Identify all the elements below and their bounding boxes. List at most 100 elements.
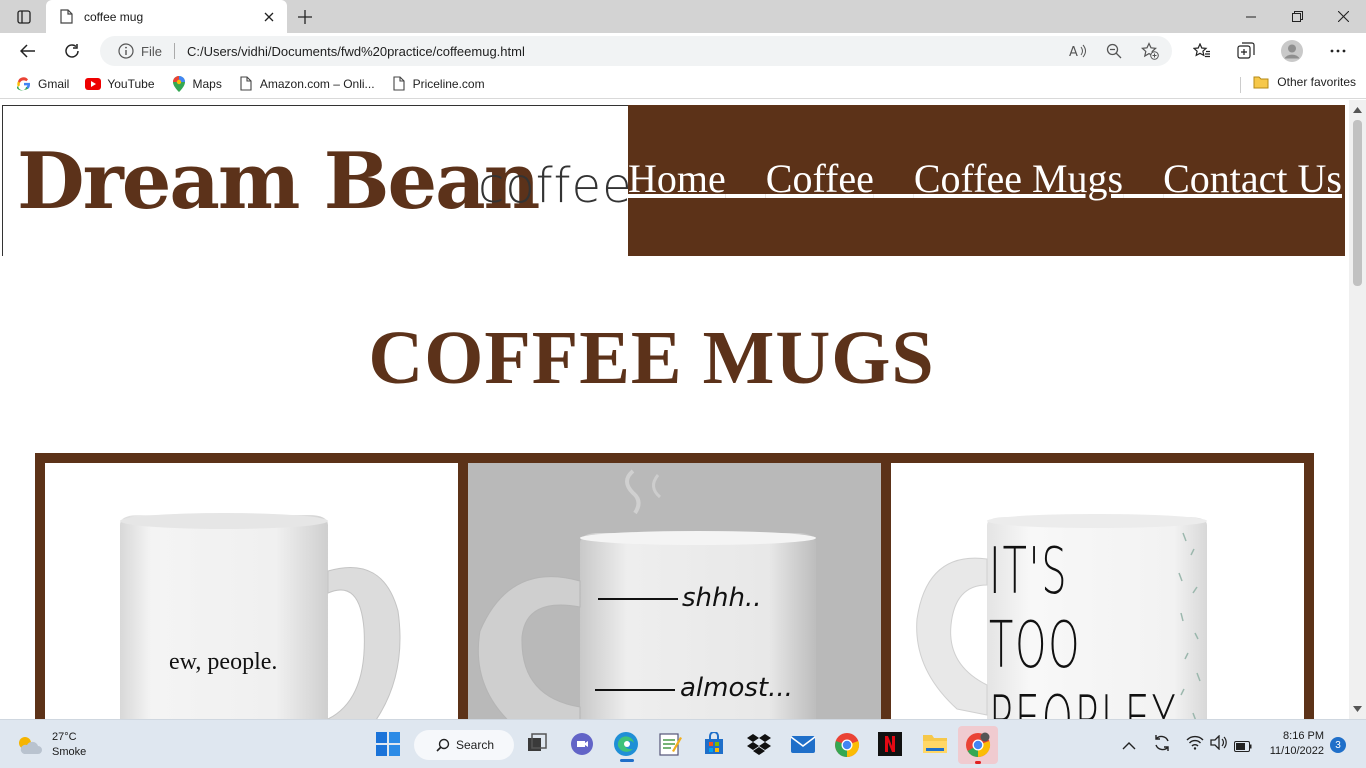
weather-desc: Smoke (52, 746, 87, 758)
logo-sub-text: coffee (478, 158, 628, 214)
scrollbar-thumb[interactable] (1353, 120, 1362, 286)
file-explorer-icon[interactable] (922, 733, 948, 759)
mug-caption: IT'S TOO PEOPLEY (989, 535, 1176, 719)
mug-card[interactable]: ew, people. (45, 463, 458, 719)
favorite-label: Amazon.com – Onli... (259, 76, 375, 91)
clock[interactable]: 8:16 PM 11/10/2022 (1262, 729, 1324, 759)
favorite-gmail[interactable]: Gmail (16, 76, 69, 92)
favorites-bar: Gmail YouTube Maps Amazon.com – Onli... … (0, 69, 1366, 99)
start-icon[interactable] (376, 732, 400, 760)
zoom-out-icon[interactable] (1104, 41, 1124, 61)
scroll-up-icon[interactable] (1353, 106, 1362, 114)
logo-main-text: Dream Bean (17, 136, 540, 227)
weather-widget[interactable]: 27°C Smoke (16, 730, 86, 760)
clock-date: 11/10/2022 (1269, 745, 1324, 757)
other-favorites[interactable]: Other favorites (1253, 75, 1356, 89)
address-bar[interactable]: File C:/Users/vidhi/Documents/fwd%20prac… (100, 36, 1172, 66)
tab-title: coffee mug (84, 9, 144, 24)
site-logo[interactable]: Dream Bean coffee (2, 105, 628, 256)
mug-gallery: ew, people. shhh.. almost... IT'S TOO (35, 453, 1314, 719)
favorite-label: Priceline.com (412, 76, 485, 91)
favorites-divider (1240, 77, 1241, 93)
store-icon[interactable] (702, 731, 726, 760)
volume-icon[interactable] (1210, 734, 1228, 754)
address-divider (173, 43, 175, 59)
favorite-label: YouTube (107, 76, 155, 91)
mug-image (477, 469, 816, 719)
mug-caption-bottom: almost... (680, 673, 793, 703)
collections-icon[interactable] (1232, 37, 1260, 65)
google-icon (16, 76, 32, 92)
nav-gap (1123, 153, 1163, 205)
notification-badge[interactable]: 3 (1330, 737, 1346, 753)
mail-icon[interactable] (790, 733, 816, 759)
url-text[interactable]: C:/Users/vidhi/Documents/fwd%20practice/… (187, 44, 1068, 59)
minimize-icon[interactable] (1228, 0, 1274, 33)
favorite-youtube[interactable]: YouTube (85, 76, 155, 92)
favorite-label: Maps (192, 76, 222, 91)
youtube-icon (85, 76, 102, 92)
favorite-priceline[interactable]: Priceline.com (391, 76, 485, 92)
nav-gap (874, 153, 914, 205)
page-icon (238, 76, 254, 92)
add-favorite-icon[interactable] (1140, 41, 1160, 61)
taskbar-search[interactable]: Search (414, 730, 514, 760)
teams-chat-icon[interactable] (570, 732, 594, 760)
mug-caption-top: shhh.. (682, 583, 762, 613)
battery-icon[interactable] (1234, 737, 1252, 756)
notepad-icon[interactable] (658, 731, 682, 761)
wifi-icon[interactable] (1186, 735, 1204, 754)
folder-icon (1253, 75, 1269, 89)
favorites-icon[interactable] (1188, 37, 1216, 65)
page-icon (60, 8, 74, 25)
new-tab-icon[interactable] (293, 5, 317, 29)
restore-icon[interactable] (1274, 0, 1320, 33)
site-header: Dream Bean coffee Home Coffee Coffee Mug… (2, 105, 1345, 256)
nav-contact-us[interactable]: Contact Us (1163, 153, 1342, 205)
search-icon (436, 738, 450, 752)
nav-gap (726, 153, 766, 205)
edge-icon[interactable] (612, 730, 640, 762)
page-icon (391, 76, 407, 92)
tab-actions-icon[interactable] (8, 5, 40, 29)
tab-active[interactable]: coffee mug (46, 0, 287, 33)
chrome-icon[interactable] (834, 732, 860, 762)
mug-card[interactable]: IT'S TOO PEOPLEY (891, 463, 1304, 719)
nav-home[interactable]: Home (628, 153, 726, 205)
site-nav: Home Coffee Coffee Mugs Contact Us (628, 105, 1345, 256)
mug-card[interactable]: shhh.. almost... (468, 463, 881, 719)
mug-caption: ew, people. (169, 649, 278, 675)
mug-image (120, 513, 401, 719)
refresh-icon[interactable] (58, 38, 86, 64)
maps-icon (171, 75, 187, 92)
favorite-maps[interactable]: Maps (171, 75, 222, 92)
page-title: COFFEE MUGS (368, 316, 935, 400)
svg-text:A: A (1069, 45, 1078, 58)
netflix-icon[interactable] (878, 732, 902, 760)
nav-coffee[interactable]: Coffee (766, 153, 874, 205)
weather-temp: 27°C (52, 731, 77, 743)
page-scrollbar[interactable] (1349, 100, 1366, 719)
chrome-canary-icon[interactable] (958, 726, 998, 764)
clock-time: 8:16 PM (1283, 730, 1324, 742)
read-aloud-icon[interactable]: A (1068, 41, 1088, 61)
other-favorites-label: Other favorites (1277, 75, 1356, 89)
nav-coffee-mugs[interactable]: Coffee Mugs (914, 153, 1123, 205)
weather-icon (19, 737, 42, 754)
tab-strip: coffee mug (0, 0, 1366, 33)
more-options-icon[interactable] (1324, 37, 1352, 65)
sync-icon[interactable] (1152, 733, 1172, 757)
back-icon[interactable] (14, 38, 42, 64)
task-view-icon[interactable] (526, 732, 550, 756)
favorite-label: Gmail (38, 76, 70, 91)
info-icon[interactable] (118, 43, 134, 59)
favorite-amazon[interactable]: Amazon.com – Onli... (238, 76, 375, 92)
scroll-down-icon[interactable] (1353, 705, 1362, 713)
chevron-up-icon[interactable] (1122, 736, 1136, 755)
scheme-label: File (141, 43, 162, 59)
close-window-icon[interactable] (1320, 0, 1366, 33)
avatar[interactable] (1278, 37, 1306, 65)
dropbox-icon[interactable] (746, 732, 772, 760)
page-viewport: Dream Bean coffee Home Coffee Coffee Mug… (0, 100, 1349, 719)
close-tab-icon[interactable] (261, 9, 277, 25)
